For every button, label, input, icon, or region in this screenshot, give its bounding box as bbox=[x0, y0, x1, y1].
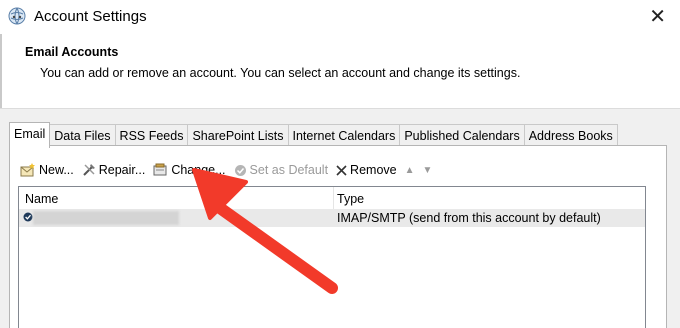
section-title: Email Accounts bbox=[25, 45, 119, 59]
account-type: IMAP/SMTP (send from this account by def… bbox=[337, 211, 601, 225]
new-button-label: New... bbox=[39, 163, 74, 177]
tab-strip: Email Data Files RSS Feeds SharePoint Li… bbox=[9, 122, 618, 148]
section-description: You can add or remove an account. You ca… bbox=[40, 66, 521, 80]
tab-data-files[interactable]: Data Files bbox=[49, 124, 116, 147]
tab-rss-feeds[interactable]: RSS Feeds bbox=[114, 124, 189, 147]
window-title: Account Settings bbox=[34, 8, 147, 25]
tab-email[interactable]: Email bbox=[9, 122, 51, 148]
tab-sharepoint-lists[interactable]: SharePoint Lists bbox=[187, 124, 289, 147]
new-button[interactable]: New... bbox=[20, 163, 74, 177]
tab-internet-calendars[interactable]: Internet Calendars bbox=[287, 124, 401, 147]
tab-address-books[interactable]: Address Books bbox=[523, 124, 618, 147]
close-icon[interactable]: ✕ bbox=[649, 4, 666, 29]
repair-tools-icon bbox=[83, 164, 95, 176]
account-name-redacted bbox=[33, 211, 179, 225]
default-account-check-icon bbox=[23, 212, 33, 222]
dialog-header: Email Accounts You can add or remove an … bbox=[0, 34, 680, 108]
window-left-edge bbox=[0, 34, 2, 108]
column-header-name[interactable]: Name bbox=[25, 192, 58, 206]
arrow-down-icon[interactable]: ▼ bbox=[423, 165, 433, 176]
new-account-icon bbox=[20, 163, 35, 177]
annotation-arrow bbox=[192, 168, 338, 294]
repair-button[interactable]: Repair... bbox=[82, 163, 146, 177]
title-bar: Account Settings ✕ bbox=[0, 0, 680, 34]
tab-published-calendars[interactable]: Published Calendars bbox=[399, 124, 525, 147]
outlook-globe-icon bbox=[8, 7, 26, 25]
remove-button-label: Remove bbox=[350, 163, 397, 177]
arrow-up-icon[interactable]: ▲ bbox=[405, 165, 415, 176]
repair-button-label: Repair... bbox=[98, 163, 146, 177]
change-account-icon bbox=[153, 163, 167, 176]
